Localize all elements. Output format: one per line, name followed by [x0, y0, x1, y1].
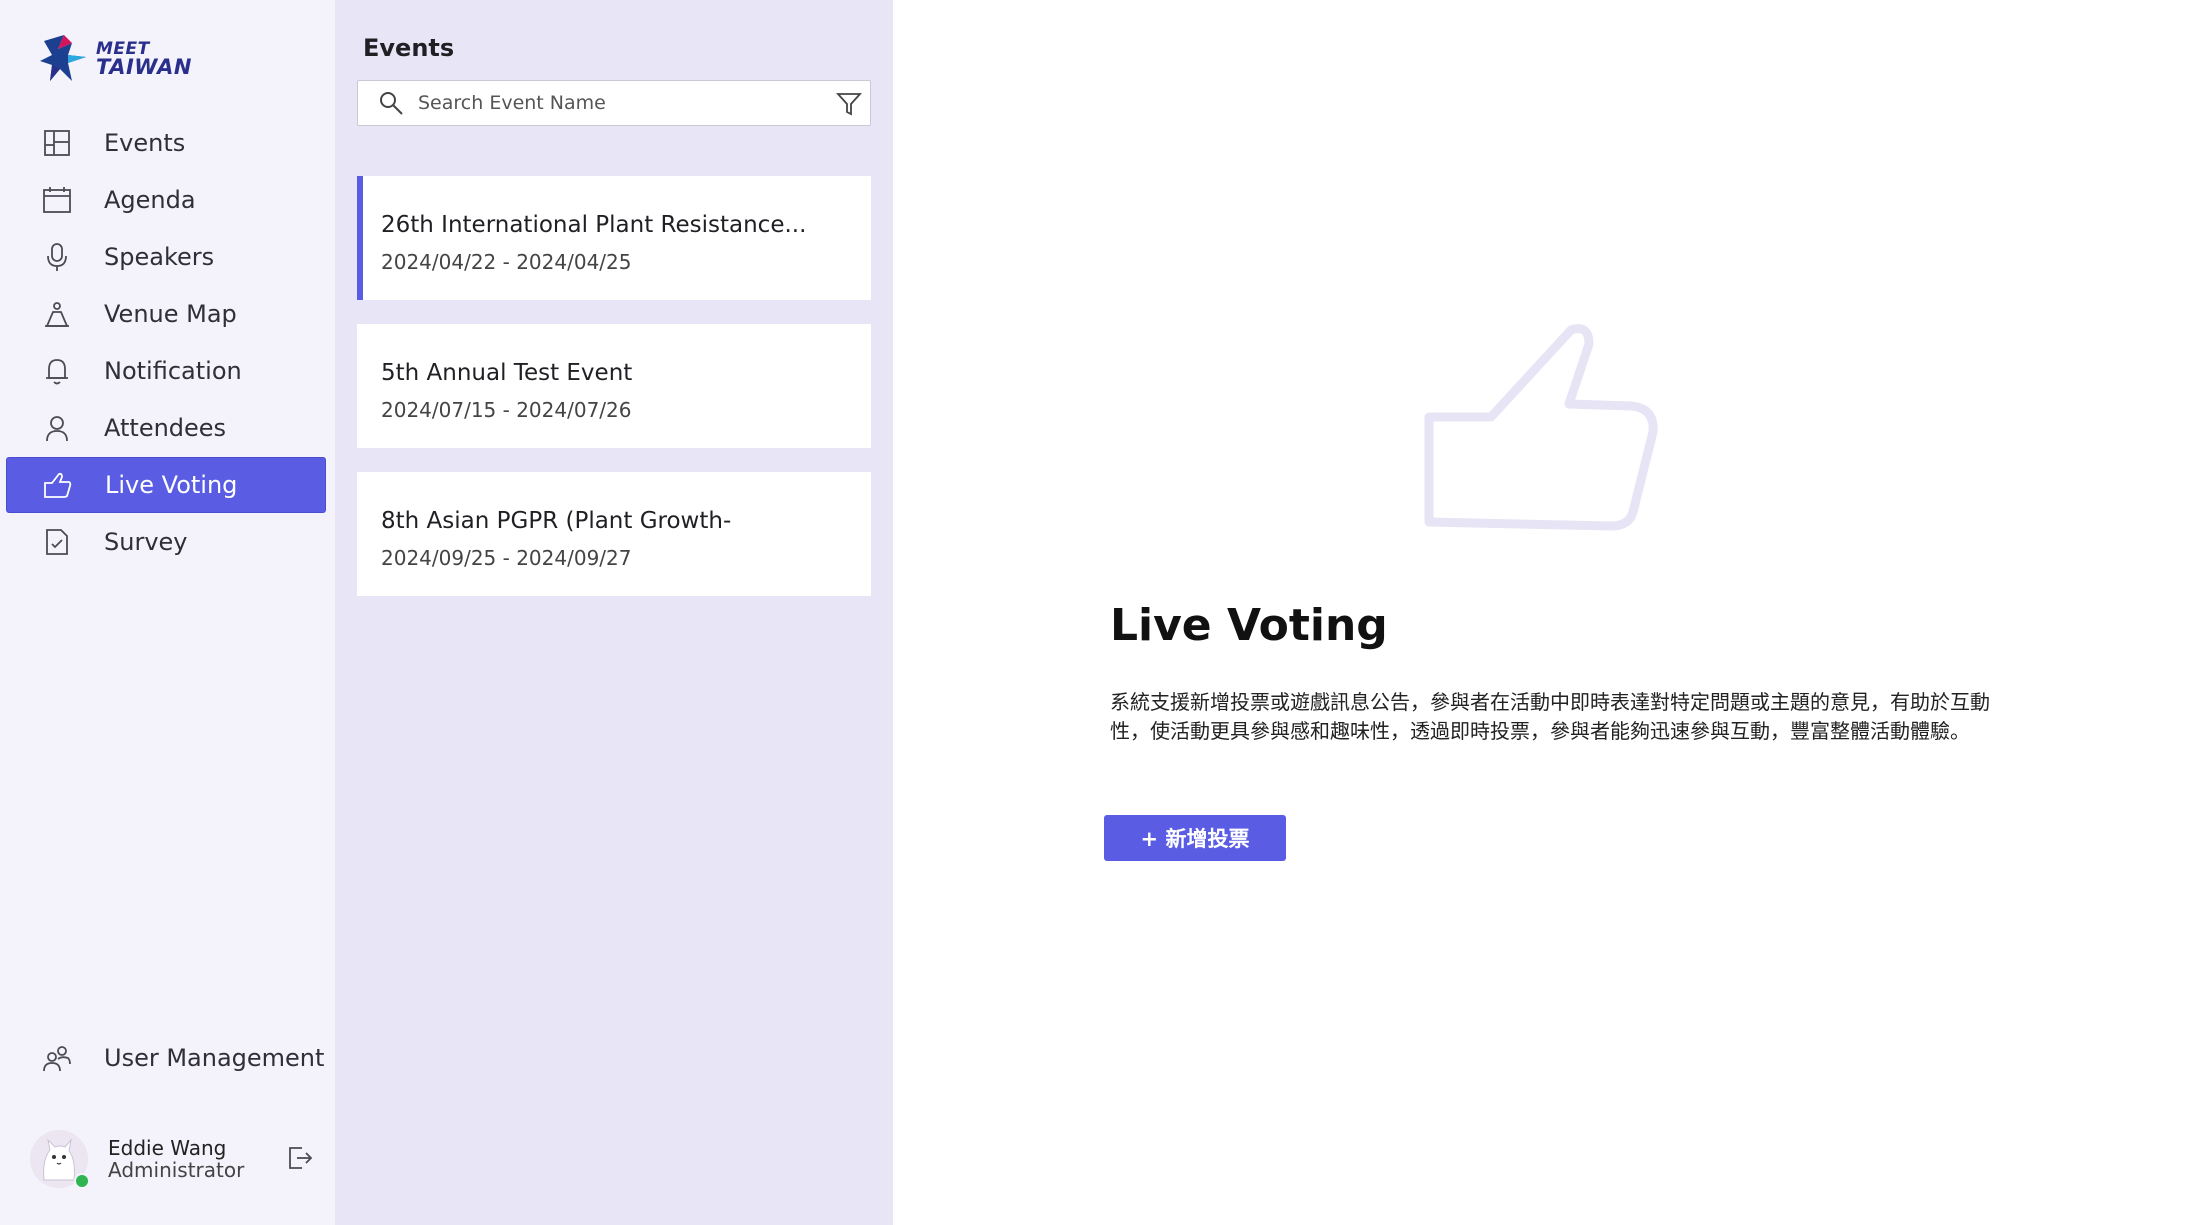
- logo-line-2: TAIWAN: [96, 55, 193, 79]
- microphone-icon: [40, 240, 74, 274]
- add-vote-button[interactable]: + 新增投票: [1104, 815, 1286, 861]
- event-card[interactable]: 5th Annual Test Event 2024/07/15 - 2024/…: [357, 324, 871, 448]
- thumb-up-icon: [41, 468, 75, 502]
- page-title: Live Voting: [1110, 600, 1388, 651]
- nav-list: Events Agenda Speakers Venue Map Notific…: [6, 115, 326, 571]
- nav-item-label: Survey: [104, 528, 188, 556]
- user-management-row[interactable]: User Management: [6, 1030, 326, 1086]
- nav-item-agenda[interactable]: Agenda: [6, 172, 326, 228]
- profile-role: Administrator: [108, 1158, 245, 1182]
- nav-item-label: Notification: [104, 357, 242, 385]
- logout-icon[interactable]: [286, 1144, 316, 1174]
- nav-item-live-voting[interactable]: Live Voting: [6, 457, 326, 513]
- logo-wordmark: MEET TAIWAN: [96, 40, 193, 79]
- nav-item-attendees[interactable]: Attendees: [6, 400, 326, 456]
- nav-item-venue-map[interactable]: Venue Map: [6, 286, 326, 342]
- events-panel-title: Events: [363, 34, 455, 62]
- nav-item-events[interactable]: Events: [6, 115, 326, 171]
- event-dates: 2024/04/22 - 2024/04/25: [381, 250, 632, 274]
- search-input[interactable]: [418, 92, 808, 114]
- people-icon: [40, 1041, 74, 1075]
- profile-info: Eddie Wang Administrator: [108, 1137, 244, 1181]
- nav-item-survey[interactable]: Survey: [6, 514, 326, 570]
- nav-item-user-management[interactable]: User Management: [6, 1030, 326, 1087]
- thumb-up-illustration-icon: [1424, 324, 1658, 531]
- map-icon: [40, 297, 74, 331]
- main-content: Live Voting 系統支援新增投票或遊戲訊息公告，參與者在活動中即時表達對…: [893, 0, 2185, 1225]
- event-dates: 2024/07/15 - 2024/07/26: [381, 398, 632, 422]
- logo-star-icon: [40, 35, 86, 81]
- nav-item-label: User Management: [104, 1044, 325, 1072]
- nav-item-label: Agenda: [104, 186, 196, 214]
- person-icon: [40, 411, 74, 445]
- profile-name: Eddie Wang: [108, 1136, 227, 1160]
- events-panel: Events 26th International Plant Resistan…: [335, 0, 893, 1225]
- search-box[interactable]: [357, 80, 871, 126]
- filter-icon[interactable]: [836, 91, 862, 117]
- search-icon: [380, 92, 403, 115]
- page-description: 系統支援新增投票或遊戲訊息公告，參與者在活動中即時表達對特定問題或主題的意見，有…: [1110, 690, 1990, 743]
- event-title: 26th International Plant Resistance...: [381, 212, 807, 238]
- user-profile[interactable]: Eddie Wang Administrator: [30, 1128, 320, 1190]
- nav-item-label: Venue Map: [104, 300, 237, 328]
- sidebar: MEET TAIWAN Events Agenda Speakers Venue…: [0, 0, 335, 1225]
- nav-item-label: Speakers: [104, 243, 215, 271]
- calendar-icon: [40, 183, 74, 217]
- survey-icon: [40, 525, 74, 559]
- bell-icon: [40, 354, 74, 388]
- meet-taiwan-logo[interactable]: MEET TAIWAN: [38, 30, 192, 86]
- nav-item-label: Events: [104, 129, 186, 157]
- event-dates: 2024/09/25 - 2024/09/27: [381, 546, 632, 570]
- nav-item-speakers[interactable]: Speakers: [6, 229, 326, 285]
- nav-item-label: Attendees: [104, 414, 227, 442]
- online-status-indicator: [74, 1173, 90, 1189]
- event-card[interactable]: 26th International Plant Resistance... 2…: [357, 176, 871, 300]
- nav-item-notification[interactable]: Notification: [6, 343, 326, 399]
- event-title: 5th Annual Test Event: [381, 360, 633, 386]
- event-title: 8th Asian PGPR (Plant Growth-: [381, 508, 732, 534]
- avatar[interactable]: [30, 1130, 90, 1189]
- nav-item-label: Live Voting: [105, 471, 238, 499]
- event-card[interactable]: 8th Asian PGPR (Plant Growth- 2024/09/25…: [357, 472, 871, 596]
- layout-icon: [40, 126, 74, 160]
